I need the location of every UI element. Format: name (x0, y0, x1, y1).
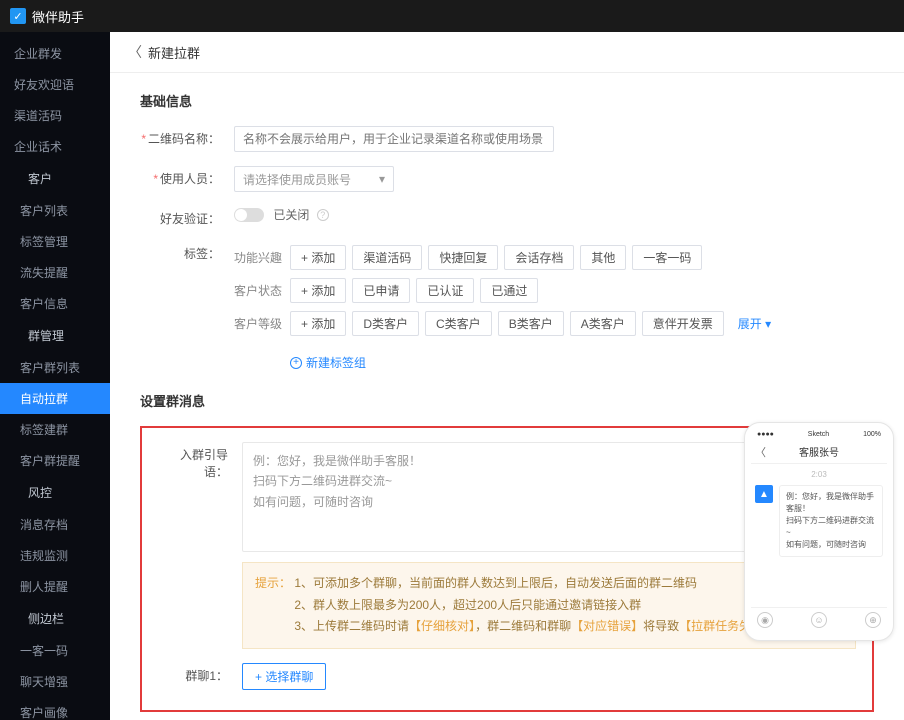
sidebar-item[interactable]: 客户群提醒 (0, 445, 110, 476)
help-icon[interactable]: ? (317, 209, 329, 221)
tag-chip[interactable]: D类客户 (352, 311, 419, 336)
tags-label: 标签： (140, 241, 220, 262)
tag-group-label: 客户等级 (234, 315, 290, 332)
app-name: 微伴助手 (32, 7, 84, 26)
expand-link[interactable]: 展开 ▾ (738, 315, 771, 332)
new-tag-group-link[interactable]: + 新建标签组 (290, 354, 366, 371)
section-basic-title: 基础信息 (140, 91, 874, 110)
qr-name-input[interactable] (234, 126, 554, 152)
sidebar-item[interactable]: 违规监测 (0, 540, 110, 571)
page-header: 〈 新建拉群 (110, 32, 904, 73)
verify-label: 好友验证： (140, 206, 220, 227)
tag-chip[interactable]: 一客一码 (632, 245, 702, 270)
phone-battery: 100% (863, 431, 881, 438)
intro-label: 入群引导语： (158, 442, 228, 480)
tag-chip[interactable]: + 添加 (290, 311, 346, 336)
sidebar-item[interactable]: 渠道活码 (0, 100, 110, 131)
sidebar-item[interactable]: 客户列表 (0, 195, 110, 226)
tag-chip[interactable]: 已申请 (352, 278, 410, 303)
tag-chip[interactable]: A类客户 (570, 311, 636, 336)
sidebar-item[interactable]: 客户画像 (0, 697, 110, 720)
page-title: 新建拉群 (148, 43, 200, 62)
app-logo-icon: ✓ (10, 8, 26, 24)
sidebar-item[interactable]: 自动拉群 (0, 383, 110, 414)
user-label: *使用人员： (140, 166, 220, 187)
sidebar-item[interactable]: 流失提醒 (0, 257, 110, 288)
tag-chip[interactable]: 渠道活码 (352, 245, 422, 270)
tag-chip[interactable]: 已通过 (480, 278, 538, 303)
tag-chip[interactable]: + 添加 (290, 278, 346, 303)
sidebar-item[interactable]: 聊天增强 (0, 666, 110, 697)
sidebar-item[interactable]: 标签建群 (0, 414, 110, 445)
emoji-icon: ☺ (811, 612, 827, 628)
tag-group-label: 客户状态 (234, 282, 290, 299)
sidebar: 企业群发好友欢迎语渠道活码企业话术客户客户列表标签管理流失提醒客户信息群管理客户… (0, 32, 110, 720)
phone-message-bubble: 例：您好，我是微伴助手客服！ 扫码下方二维码进群交流~ 如有问题，可随时咨询 (779, 485, 883, 557)
sidebar-section-head[interactable]: 风控 (0, 476, 110, 509)
tag-group-label: 功能兴趣 (234, 249, 290, 266)
phone-carrier: Sketch (808, 431, 829, 438)
tag-chip[interactable]: C类客户 (425, 311, 492, 336)
qr-name-label: *二维码名称： (140, 126, 220, 147)
tag-chip[interactable]: B类客户 (498, 311, 564, 336)
top-bar: ✓ 微伴助手 (0, 0, 904, 32)
tag-chip[interactable]: 已认证 (416, 278, 474, 303)
select-group-button[interactable]: + 选择群聊 (242, 663, 326, 690)
main-panel: 〈 新建拉群 基础信息 *二维码名称： *使用人员： 请选择使用成员账号 ▾ 好… (110, 32, 904, 720)
verify-switch[interactable] (234, 208, 264, 222)
back-icon[interactable]: 〈 (128, 42, 142, 62)
plus-circle-icon: + (290, 357, 302, 369)
sidebar-section-head[interactable]: 客户 (0, 162, 110, 195)
tag-chip[interactable]: 会话存档 (504, 245, 574, 270)
tag-chip[interactable]: 快捷回复 (428, 245, 498, 270)
phone-avatar-icon: ▲ (755, 485, 773, 503)
sidebar-item[interactable]: 标签管理 (0, 226, 110, 257)
phone-back-icon: 〈 (755, 444, 766, 460)
tag-chip[interactable]: 其他 (580, 245, 626, 270)
tag-chip[interactable]: 意伴开发票 (642, 311, 724, 336)
section-group-title: 设置群消息 (140, 391, 874, 410)
verify-status: 已关闭 (273, 208, 309, 222)
sidebar-section-head[interactable]: 侧边栏 (0, 602, 110, 635)
sidebar-item[interactable]: 删人提醒 (0, 571, 110, 602)
sidebar-item[interactable]: 一客一码 (0, 635, 110, 666)
phone-preview: ●●●● Sketch 100% 〈 客服张号 2:03 ▲ 例：您好，我是微伴… (744, 422, 894, 641)
phone-time: 2:03 (751, 470, 887, 479)
sidebar-item[interactable]: 客户群列表 (0, 352, 110, 383)
sidebar-item[interactable]: 企业话术 (0, 131, 110, 162)
sidebar-item[interactable]: 客户信息 (0, 288, 110, 319)
voice-icon: ◉ (757, 612, 773, 628)
group-label: 群聊1： (158, 663, 228, 684)
add-icon: ⊕ (865, 612, 881, 628)
tag-chip[interactable]: + 添加 (290, 245, 346, 270)
phone-title: 客服张号 (799, 448, 839, 459)
sidebar-section-head[interactable]: 群管理 (0, 319, 110, 352)
sidebar-item[interactable]: 消息存档 (0, 509, 110, 540)
sidebar-item[interactable]: 企业群发 (0, 38, 110, 69)
user-select[interactable]: 请选择使用成员账号 ▾ (234, 166, 394, 192)
phone-signal: ●●●● (757, 431, 774, 438)
chevron-down-icon: ▾ (379, 172, 385, 186)
sidebar-item[interactable]: 好友欢迎语 (0, 69, 110, 100)
